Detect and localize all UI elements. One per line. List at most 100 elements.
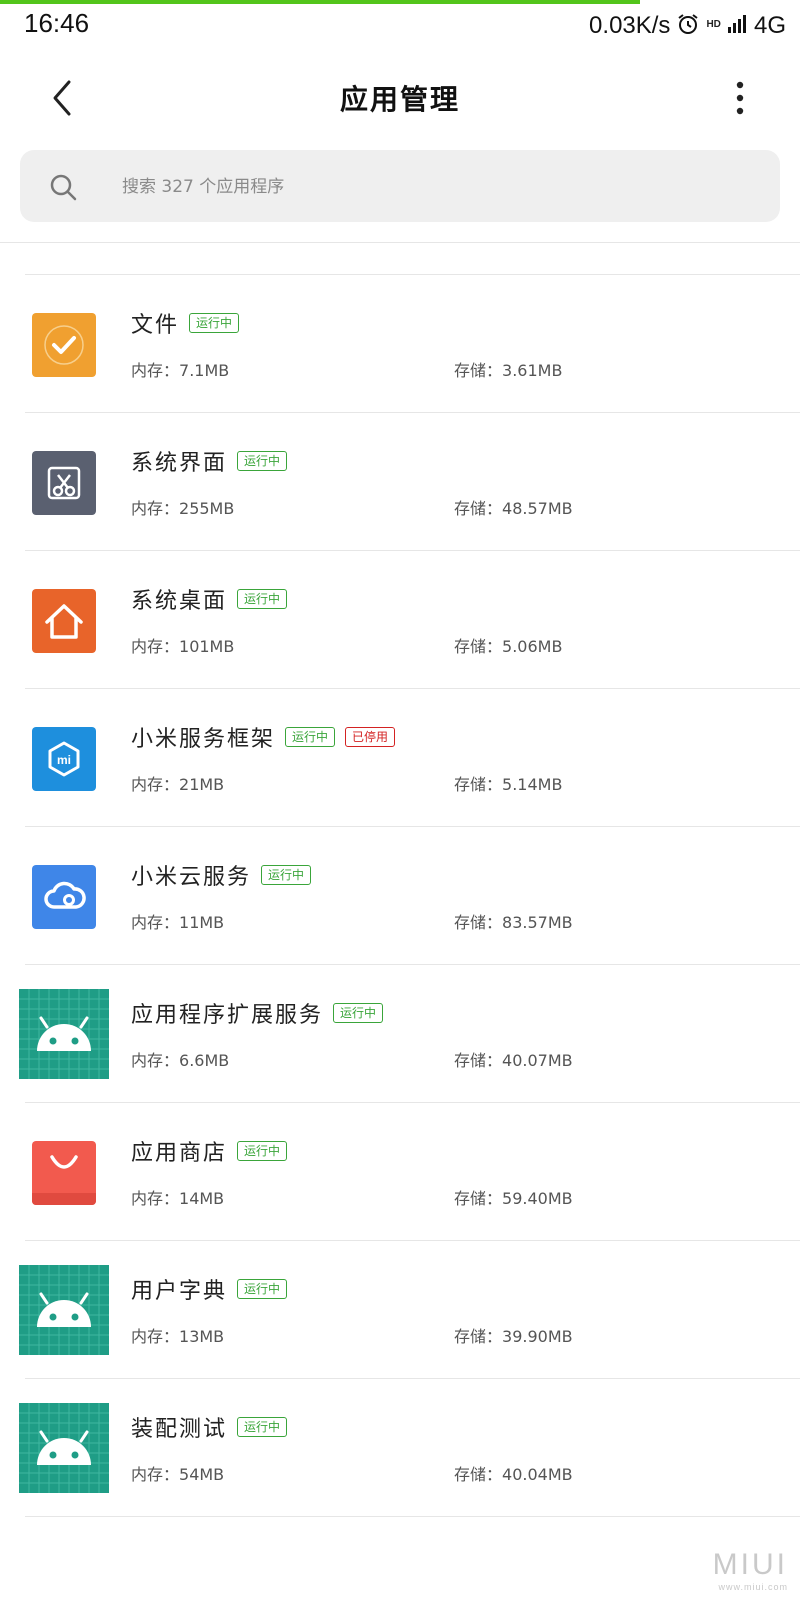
app-name-line: 用户字典 运行中 xyxy=(131,1273,288,1305)
more-options-button[interactable] xyxy=(720,72,760,124)
memory-usage: 内存：348MB xyxy=(131,242,234,243)
svg-text:mi: mi xyxy=(57,753,71,767)
memory-value: 13MB xyxy=(179,1327,225,1346)
running-badge: 运行中 xyxy=(237,589,288,609)
running-badge: 运行中 xyxy=(261,865,312,885)
app-list-content: 微信运行中内存：348MB存储：841MB文件运行中内存：7.1MB存储：3.6… xyxy=(0,242,800,1517)
app-store-icon xyxy=(32,1141,96,1205)
storage-value: 59.40MB xyxy=(502,1189,573,1208)
app-row[interactable]: 小米云服务 运行中内存：11MB 存储：83.57MB xyxy=(0,827,800,965)
memory-value: 21MB xyxy=(179,775,225,794)
app-name-line: 小米服务框架 运行中 已停用 xyxy=(131,721,396,753)
memory-usage: 内存：11MB xyxy=(131,909,224,933)
memory-label: 内存： xyxy=(131,775,180,794)
memory-usage: 内存：54MB xyxy=(131,1461,224,1485)
running-badge: 运行中 xyxy=(285,727,336,747)
memory-usage: 内存：7.1MB xyxy=(131,357,229,381)
header: 应用管理 xyxy=(0,50,800,146)
storage-usage: 存储：5.06MB xyxy=(454,633,562,657)
storage-value: 40.04MB xyxy=(502,1465,573,1484)
android-icon xyxy=(19,1403,109,1493)
storage-label: 存储： xyxy=(454,637,503,656)
storage-usage: 存储：48.57MB xyxy=(454,495,573,519)
storage-usage: 存储：40.04MB xyxy=(454,1461,573,1485)
status-bar: 16:46 0.03K/s HD 4G xyxy=(0,4,800,44)
watermark-url: www.miui.com xyxy=(718,1582,788,1592)
search-input[interactable] xyxy=(120,168,724,206)
running-badge: 运行中 xyxy=(237,1141,288,1161)
hd-label: HD xyxy=(706,19,721,30)
storage-usage: 存储：40.07MB xyxy=(454,1047,573,1071)
storage-value: 5.14MB xyxy=(502,775,563,794)
app-name-line: 应用程序扩展服务 运行中 xyxy=(131,997,384,1029)
memory-label: 内存： xyxy=(131,913,180,932)
search-bar[interactable] xyxy=(20,150,780,222)
app-name-line: 小米云服务 运行中 xyxy=(131,859,312,891)
files-icon xyxy=(32,313,96,377)
app-row[interactable]: 应用商店 运行中内存：14MB 存储：59.40MB xyxy=(0,1103,800,1241)
network-type: 4G xyxy=(753,12,786,39)
app-name-line: 系统界面 运行中 xyxy=(131,445,288,477)
storage-label: 存储： xyxy=(454,1051,503,1070)
running-badge: 运行中 xyxy=(189,313,240,333)
app-list[interactable]: 微信运行中内存：348MB存储：841MB文件运行中内存：7.1MB存储：3.6… xyxy=(0,242,800,1600)
signal-hd-icon: HD xyxy=(706,13,748,39)
storage-value: 83.57MB xyxy=(502,913,573,932)
memory-label: 内存： xyxy=(131,1051,180,1070)
memory-value: 7.1MB xyxy=(179,361,230,380)
memory-label: 内存： xyxy=(131,499,180,518)
running-badge: 运行中 xyxy=(237,1279,288,1299)
memory-value: 255MB xyxy=(179,499,235,518)
memory-usage: 内存：21MB xyxy=(131,771,224,795)
storage-value: 5.06MB xyxy=(502,637,563,656)
app-row[interactable]: 微信运行中内存：348MB存储：841MB xyxy=(0,242,800,275)
watermark-logo: MIUI xyxy=(712,1548,788,1581)
app-row[interactable]: 文件 运行中 内存：7.1MB 存储：3.61MB xyxy=(0,275,800,413)
memory-label: 内存： xyxy=(131,637,180,656)
app-name: 小米云服务 xyxy=(131,865,252,890)
storage-value: 48.57MB xyxy=(502,499,573,518)
storage-label: 存储： xyxy=(454,775,503,794)
running-badge: 运行中 xyxy=(333,1003,384,1023)
memory-label: 内存： xyxy=(131,361,180,380)
app-name-line: 应用商店 运行中 xyxy=(131,1135,288,1167)
storage-label: 存储： xyxy=(454,361,503,380)
memory-label: 内存： xyxy=(131,1465,180,1484)
storage-usage: 存储：83.57MB xyxy=(454,909,573,933)
app-name: 系统界面 xyxy=(131,451,228,476)
app-row[interactable]: mi 小米服务框架 运行中 已停用内存：21MB 存储：5.14MB xyxy=(0,689,800,827)
launcher-home-icon xyxy=(32,589,96,653)
memory-usage: 内存：14MB xyxy=(131,1185,224,1209)
status-time: 16:46 xyxy=(24,8,90,38)
app-row[interactable]: 系统界面 运行中内存：255MB 存储：48.57MB xyxy=(0,413,800,551)
system-ui-icon xyxy=(32,451,96,515)
app-row[interactable]: 用户字典 运行中内存：13MB 存储：39.90MB xyxy=(0,1241,800,1379)
app-name: 应用商店 xyxy=(131,1141,228,1166)
running-badge: 运行中 xyxy=(237,1417,288,1437)
app-row[interactable]: 应用程序扩展服务 运行中内存：6.6MB 存储：40.07MB xyxy=(0,965,800,1103)
memory-value: 6.6MB xyxy=(179,1051,230,1070)
app-name: 装配测试 xyxy=(131,1417,228,1442)
memory-label: 内存： xyxy=(131,1189,180,1208)
mi-cloud-icon xyxy=(32,865,96,929)
storage-label: 存储： xyxy=(454,1189,503,1208)
storage-label: 存储： xyxy=(454,499,503,518)
app-row[interactable]: 装配测试 运行中内存：54MB 存储：40.04MB xyxy=(0,1379,800,1517)
network-speed: 0.03K/s xyxy=(589,12,671,39)
storage-value: 40.07MB xyxy=(502,1051,573,1070)
page-title: 应用管理 xyxy=(339,83,460,116)
memory-label: 内存： xyxy=(131,1327,180,1346)
storage-usage: 存储：39.90MB xyxy=(454,1323,573,1347)
more-vertical-icon xyxy=(736,81,744,115)
miui-watermark: MIUI www.miui.com xyxy=(713,1548,788,1592)
app-row[interactable]: 系统桌面 运行中 内存：101MB 存储：5.06MB xyxy=(0,551,800,689)
storage-label: 存储： xyxy=(454,1465,503,1484)
app-name-line: 装配测试 运行中 xyxy=(131,1411,288,1443)
storage-usage: 存储：841MB xyxy=(454,242,557,243)
stopped-badge: 已停用 xyxy=(345,727,396,747)
running-badge: 运行中 xyxy=(237,451,288,471)
app-management-screen: 16:46 0.03K/s HD 4G 应用管理 搜索 327 个应用程序 文件… xyxy=(0,0,800,1600)
android-icon xyxy=(19,989,109,1079)
storage-usage: 存储：3.61MB xyxy=(454,357,562,381)
memory-value: 14MB xyxy=(179,1189,225,1208)
